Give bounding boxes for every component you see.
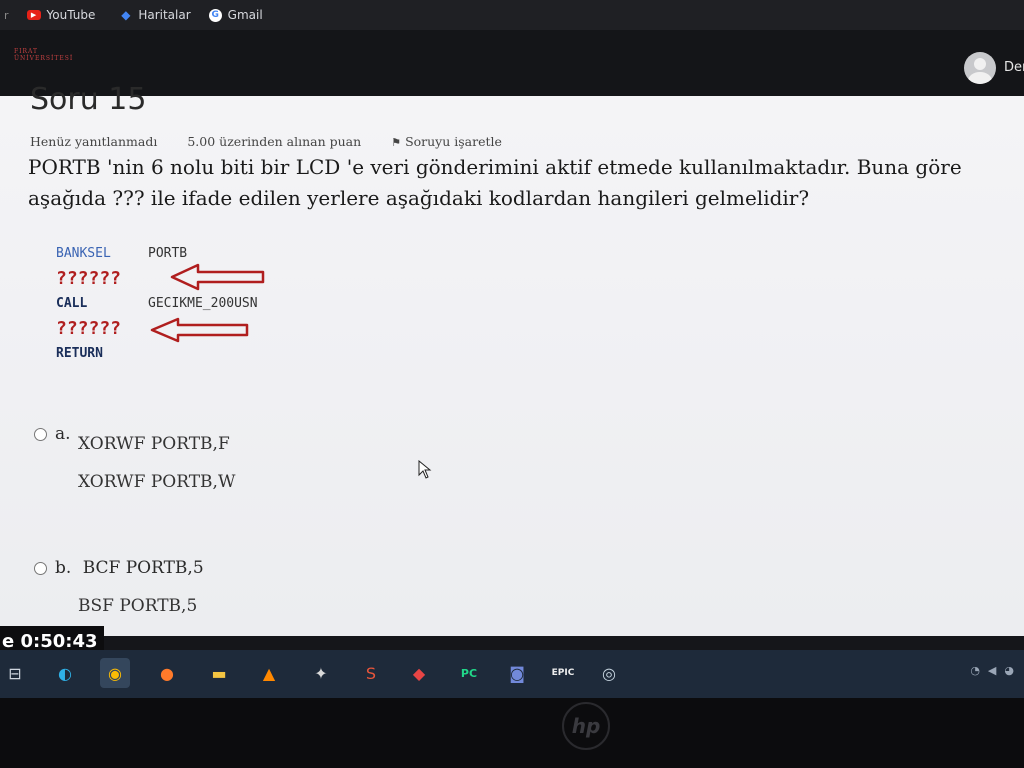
pycharm-icon[interactable]: PC — [454, 658, 484, 688]
option-b-line1: BCF PORTB,5 — [82, 558, 204, 578]
discord-icon[interactable]: ◙ — [502, 658, 532, 688]
app-icon[interactable]: ✦ — [306, 658, 336, 688]
option-b-line2: BSF PORTB,5 — [78, 596, 198, 616]
volume-icon[interactable]: ◀ — [988, 664, 996, 677]
code-keyword: RETURN — [56, 345, 103, 361]
question-text: PORTB 'nin 6 nolu biti bir LCD 'e veri g… — [28, 155, 962, 210]
question-points: 5.00 üzerinden alınan puan — [187, 134, 362, 149]
question-title: Soru 15 — [30, 82, 147, 117]
arrow-annotation — [170, 263, 265, 291]
code-placeholder: ?????? — [56, 317, 122, 339]
question-status: Henüz yanıtlanmadı — [30, 134, 158, 149]
option-letter: a. — [55, 424, 71, 444]
code-line: CALL GECIKME_200USN — [56, 291, 258, 316]
epic-games-icon[interactable]: EPIC — [548, 658, 578, 688]
radio-button[interactable] — [34, 562, 47, 575]
youtube-icon: ▶ — [26, 10, 41, 20]
monitor-bezel — [0, 698, 1024, 768]
code-keyword: CALL — [56, 295, 88, 311]
radio-button[interactable] — [34, 428, 47, 441]
app-icon[interactable]: ◆ — [404, 658, 434, 688]
option-a[interactable]: a. — [34, 424, 71, 444]
hp-logo: hp — [562, 702, 610, 750]
bookmark-youtube[interactable]: ▶ YouTube — [26, 8, 95, 22]
code-block: BANKSEL PORTB ?????? CALL GECIKME_200USN… — [56, 241, 258, 366]
question-meta: Henüz yanıtlanmadı 5.00 üzerinden alınan… — [30, 134, 502, 149]
bookmarks-bar: r ▶ YouTube ◆ Haritalar G Gmail — [0, 0, 1024, 30]
edge-icon[interactable]: ◐ — [50, 658, 80, 688]
mouse-cursor-icon — [418, 460, 432, 479]
maps-icon: ◆ — [121, 8, 131, 22]
bookmark-gmail[interactable]: G Gmail — [208, 8, 263, 22]
file-explorer-icon[interactable]: ▬ — [204, 658, 234, 688]
flag-question-link[interactable]: ⚑ Soruyu işaretle — [391, 134, 502, 149]
system-tray[interactable]: ◔ ◀ ◕ — [970, 664, 1014, 677]
chrome-icon[interactable]: ◉ — [100, 658, 130, 688]
bookmark-overflow: r — [4, 8, 9, 22]
google-icon: G — [208, 8, 222, 22]
option-a-line1: XORWF PORTB,F — [78, 434, 230, 454]
task-view-icon[interactable]: ⊟ — [0, 658, 30, 688]
user-name[interactable]: Der — [1004, 60, 1024, 75]
code-keyword: BANKSEL — [56, 245, 111, 261]
code-placeholder: ?????? — [56, 267, 122, 289]
option-a-line2: XORWF PORTB,W — [78, 472, 236, 492]
option-letter: b. — [55, 558, 72, 578]
firefox-icon[interactable]: ● — [152, 658, 182, 688]
steam-icon[interactable]: ◎ — [594, 658, 624, 688]
arrow-annotation — [150, 317, 249, 343]
vlc-icon[interactable]: ▲ — [254, 658, 284, 688]
code-line: RETURN — [56, 341, 258, 366]
avatar[interactable] — [964, 52, 996, 84]
bookmark-maps[interactable]: ◆ Haritalar — [119, 8, 190, 22]
question-panel: Soru 15 Henüz yanıtlanmadı 5.00 üzerinde… — [0, 82, 1024, 636]
site-header: FIRAT ÜNİVERSİTESİ — [0, 30, 1024, 100]
flag-icon: ⚑ — [391, 136, 402, 149]
network-icon[interactable]: ◔ — [970, 664, 980, 677]
taskbar: ⊟ ◐ ◉ ● ▬ ▲ ✦ S ◆ PC ◙ EPIC ◎ ◔ ◀ ◕ — [0, 650, 1024, 698]
code-argument: GECIKME_200USN — [148, 295, 258, 311]
university-logo[interactable]: FIRAT ÜNİVERSİTESİ — [14, 48, 73, 62]
app-icon[interactable]: S — [356, 658, 386, 688]
notification-icon[interactable]: ◕ — [1004, 664, 1014, 677]
option-b[interactable]: b. BCF PORTB,5 — [34, 558, 204, 578]
